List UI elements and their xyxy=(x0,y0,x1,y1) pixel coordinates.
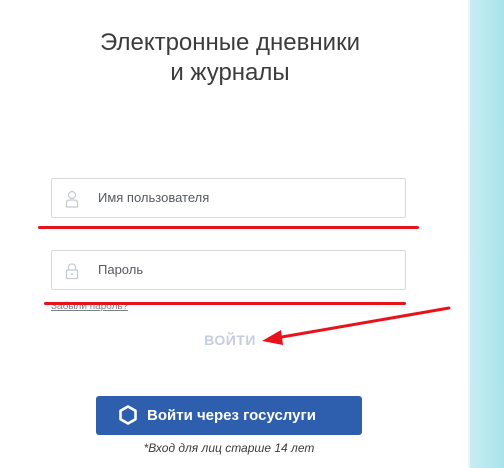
username-placeholder: Имя пользователя xyxy=(98,190,210,205)
title-line-2: и журналы xyxy=(170,59,290,86)
page-title: Электронные дневники и журналы xyxy=(40,28,420,88)
password-placeholder: Пароль xyxy=(98,262,144,277)
gosuslugi-button-label: Войти через госуслуги xyxy=(147,407,316,424)
age-note: *Вход для лиц старше 14 лет xyxy=(143,441,315,455)
lock-icon xyxy=(65,263,79,280)
password-field[interactable]: Пароль xyxy=(51,250,406,290)
login-button[interactable]: ВОЙТИ xyxy=(195,332,265,348)
hexagon-icon xyxy=(119,405,137,425)
username-field[interactable]: Имя пользователя xyxy=(51,178,406,218)
annotation-underline-password xyxy=(44,302,406,305)
title-line-1: Электронные дневники xyxy=(100,29,360,56)
login-page: Электронные дневники и журналы Имя польз… xyxy=(0,0,504,468)
gosuslugi-login-button[interactable]: Войти через госуслуги xyxy=(96,396,362,435)
user-icon xyxy=(65,190,79,208)
annotation-underline-username xyxy=(38,226,419,229)
side-panel xyxy=(470,0,504,468)
